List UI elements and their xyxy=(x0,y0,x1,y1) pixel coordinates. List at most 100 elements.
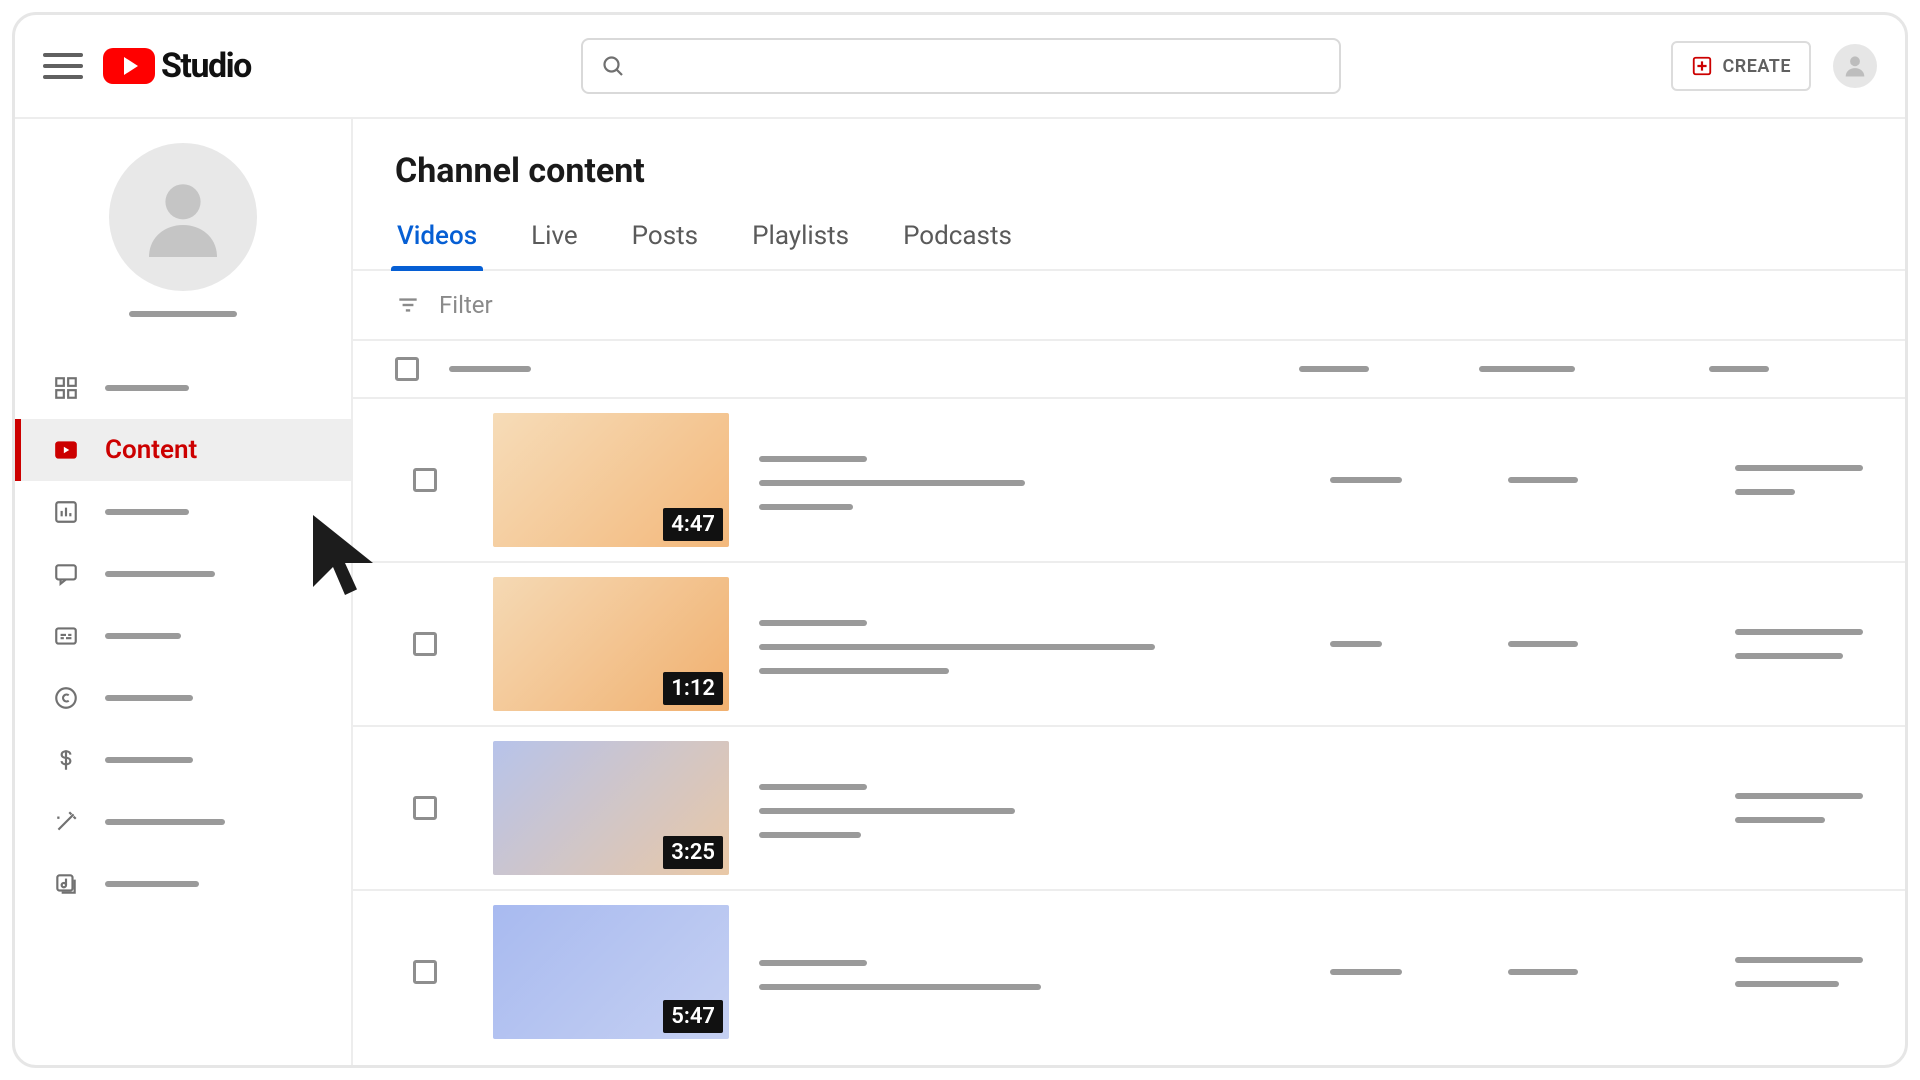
sidebar-item-subtitles[interactable] xyxy=(15,605,351,667)
tab-podcasts[interactable]: Podcasts xyxy=(901,209,1014,269)
table-row[interactable]: 5:47 xyxy=(353,891,1905,1053)
cell-placeholder xyxy=(1735,653,1843,659)
filter-label: Filter xyxy=(439,291,493,319)
video-desc-placeholder xyxy=(759,504,853,510)
person-icon xyxy=(1841,52,1869,80)
sidebar-item-label xyxy=(105,819,225,825)
search-container xyxy=(271,38,1651,94)
table-row[interactable]: 4:47 xyxy=(353,399,1905,563)
video-title-placeholder xyxy=(759,456,867,462)
video-rows: 4:47 xyxy=(353,399,1905,1065)
sidebar-item-content[interactable]: Content xyxy=(15,419,351,481)
app-header: Studio CREATE xyxy=(15,15,1905,119)
tab-videos[interactable]: Videos xyxy=(395,209,479,269)
video-duration: 3:25 xyxy=(663,836,723,869)
filter-icon xyxy=(395,292,421,318)
sidebar-item-dashboard[interactable] xyxy=(15,357,351,419)
tab-playlists[interactable]: Playlists xyxy=(750,209,851,269)
create-label: CREATE xyxy=(1723,56,1792,77)
video-meta xyxy=(759,450,1025,510)
page-title: Channel content xyxy=(353,119,1905,209)
tab-live[interactable]: Live xyxy=(529,209,580,269)
sidebar-item-comments[interactable] xyxy=(15,543,351,605)
video-desc-placeholder xyxy=(759,668,949,674)
sidebar-item-analytics[interactable] xyxy=(15,481,351,543)
cell-placeholder xyxy=(1735,817,1825,823)
audio-library-icon xyxy=(53,871,79,897)
cell-placeholder xyxy=(1508,477,1578,483)
row-checkbox[interactable] xyxy=(413,468,437,492)
menu-button[interactable] xyxy=(43,46,83,86)
sidebar-item-label xyxy=(105,385,189,391)
logo-text: Studio xyxy=(161,46,251,86)
cell-placeholder xyxy=(1735,465,1863,471)
dashboard-icon xyxy=(53,375,79,401)
sidebar-item-audio-library[interactable] xyxy=(15,853,351,915)
video-title-placeholder xyxy=(759,960,867,966)
content-icon xyxy=(53,437,79,463)
cell-placeholder xyxy=(1508,641,1578,647)
sidebar-item-customization[interactable] xyxy=(15,791,351,853)
account-avatar[interactable] xyxy=(1833,44,1877,88)
copyright-icon xyxy=(53,685,79,711)
video-thumbnail[interactable]: 5:47 xyxy=(493,905,729,1039)
search-box[interactable] xyxy=(581,38,1341,94)
dollar-icon xyxy=(53,747,79,773)
person-icon xyxy=(135,169,231,265)
studio-logo[interactable]: Studio xyxy=(103,46,251,86)
column-header xyxy=(1479,366,1575,372)
video-meta xyxy=(759,954,1041,990)
analytics-icon xyxy=(53,499,79,525)
video-title-placeholder xyxy=(759,784,867,790)
cell-placeholder xyxy=(1735,957,1863,963)
row-checkbox[interactable] xyxy=(413,796,437,820)
video-thumbnail[interactable]: 1:12 xyxy=(493,577,729,711)
create-icon xyxy=(1691,55,1713,77)
video-meta xyxy=(759,778,1015,838)
column-header xyxy=(1709,366,1769,372)
youtube-play-icon xyxy=(103,48,155,84)
sidebar-item-label xyxy=(105,695,193,701)
tab-posts[interactable]: Posts xyxy=(630,209,700,269)
content-tabs: Videos Live Posts Playlists Podcasts xyxy=(353,209,1905,271)
video-thumbnail[interactable]: 4:47 xyxy=(493,413,729,547)
video-title-placeholder xyxy=(759,620,867,626)
sidebar-item-earn[interactable] xyxy=(15,729,351,791)
sidebar-item-copyright[interactable] xyxy=(15,667,351,729)
cell-placeholder xyxy=(1735,981,1839,987)
sidebar-item-label xyxy=(105,757,193,763)
cell-placeholder xyxy=(1735,793,1863,799)
video-desc-placeholder xyxy=(759,644,1155,650)
sidebar-item-label xyxy=(105,509,189,515)
video-duration: 1:12 xyxy=(663,672,723,705)
sidebar-item-label xyxy=(105,633,181,639)
table-header-row xyxy=(353,341,1905,399)
subtitles-icon xyxy=(53,623,79,649)
sidebar-item-label: Content xyxy=(105,435,197,465)
video-duration: 4:47 xyxy=(663,508,723,541)
cell-placeholder xyxy=(1735,489,1795,495)
main-content: Channel content Videos Live Posts Playli… xyxy=(353,119,1905,1065)
video-desc-placeholder xyxy=(759,832,861,838)
sidebar-nav: Content xyxy=(15,357,351,915)
select-all-checkbox[interactable] xyxy=(395,357,419,381)
filter-bar[interactable]: Filter xyxy=(353,271,1905,341)
sidebar: Content xyxy=(15,119,353,1065)
table-row[interactable]: 3:25 xyxy=(353,727,1905,891)
table-row[interactable]: 1:12 xyxy=(353,563,1905,727)
video-desc-placeholder xyxy=(759,480,1025,486)
channel-avatar[interactable] xyxy=(109,143,257,291)
video-desc-placeholder xyxy=(759,808,1015,814)
video-thumbnail[interactable]: 3:25 xyxy=(493,741,729,875)
row-checkbox[interactable] xyxy=(413,632,437,656)
search-input[interactable] xyxy=(637,55,1321,78)
magic-wand-icon xyxy=(53,809,79,835)
comments-icon xyxy=(53,561,79,587)
cell-placeholder xyxy=(1330,641,1382,647)
video-meta xyxy=(759,614,1155,674)
video-desc-placeholder xyxy=(759,984,1041,990)
create-button[interactable]: CREATE xyxy=(1671,41,1812,91)
column-header xyxy=(1299,366,1369,372)
search-icon xyxy=(601,54,625,78)
row-checkbox[interactable] xyxy=(413,960,437,984)
